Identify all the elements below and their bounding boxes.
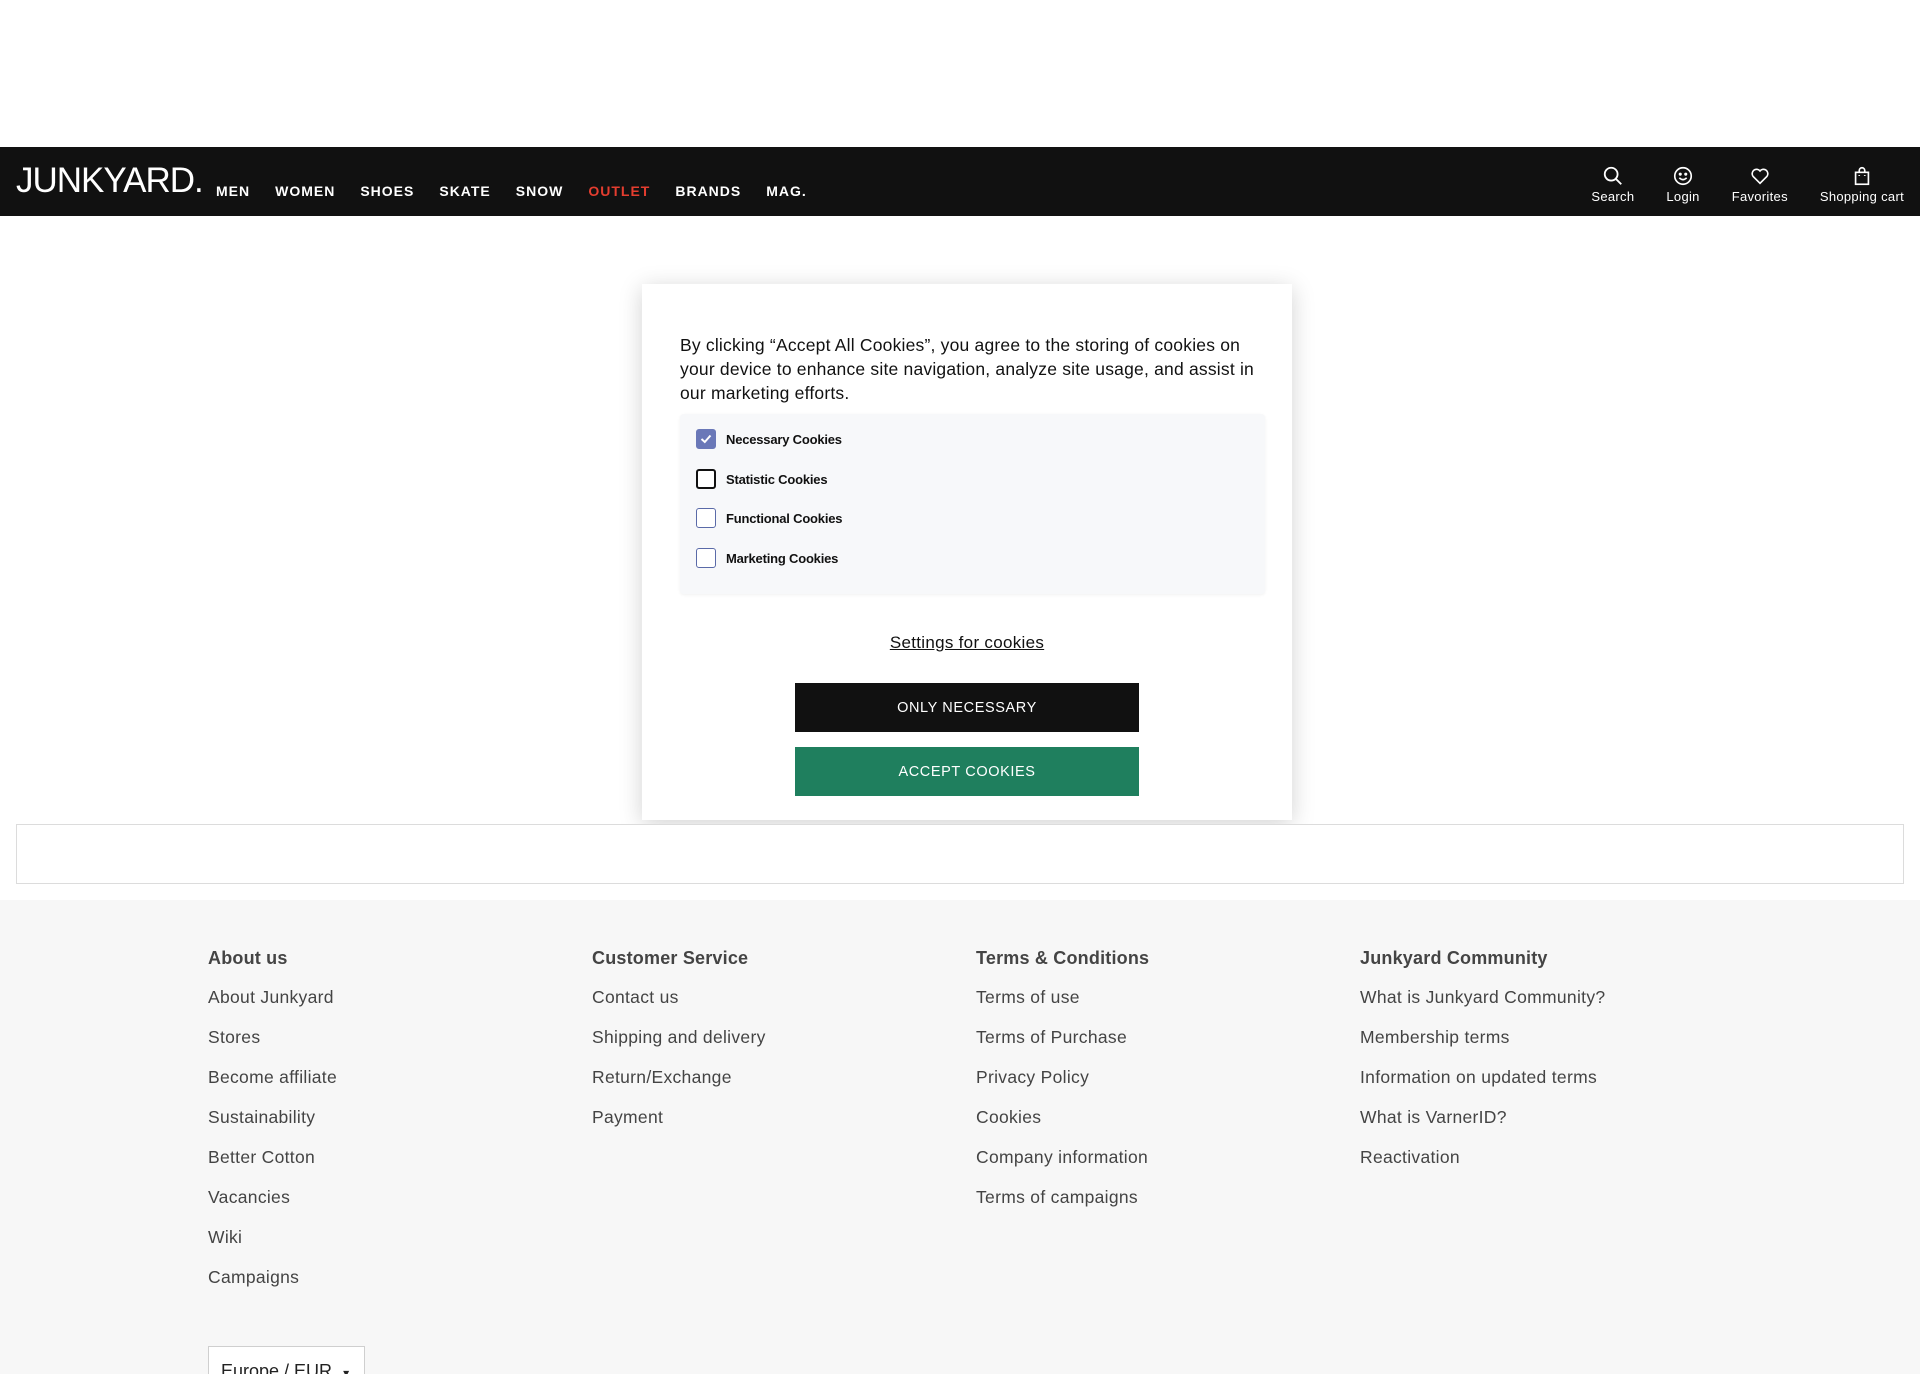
only-necessary-button[interactable]: ONLY NECESSARY xyxy=(795,683,1139,732)
footer-link[interactable]: Return/Exchange xyxy=(592,1057,766,1097)
region-value: Europe / EUR xyxy=(221,1361,333,1374)
footer-link[interactable]: Membership terms xyxy=(1360,1017,1605,1057)
statistic-cookies-label: Statistic Cookies xyxy=(726,471,828,487)
nav-skate[interactable]: SKATE xyxy=(439,183,490,199)
footer-heading: About us xyxy=(208,948,288,968)
shopping-cart-label: Shopping cart xyxy=(1819,189,1904,204)
junkyard-logo[interactable]: JUNKYARD. xyxy=(16,161,204,201)
main-nav: MEN WOMEN SHOES SKATE SNOW OUTLET BRANDS… xyxy=(216,183,832,199)
footer-link[interactable]: Campaigns xyxy=(208,1257,337,1297)
nav-outlet[interactable]: OUTLET xyxy=(588,183,650,199)
necessary-cookies-option[interactable]: Necessary Cookies xyxy=(696,429,842,449)
empty-content-box xyxy=(16,824,1904,884)
necessary-cookies-label: Necessary Cookies xyxy=(726,431,842,447)
footer-link[interactable]: Payment xyxy=(592,1097,766,1137)
smiley-icon xyxy=(1673,166,1693,186)
footer-link[interactable]: Vacancies xyxy=(208,1177,337,1217)
footer-link[interactable]: Terms of use xyxy=(976,977,1149,1017)
marketing-cookies-label: Marketing Cookies xyxy=(726,550,839,566)
functional-cookies-label: Functional Cookies xyxy=(726,510,843,526)
footer-link[interactable]: Company information xyxy=(976,1137,1149,1177)
nav-mag[interactable]: MAG. xyxy=(766,183,807,199)
nav-snow[interactable]: SNOW xyxy=(516,183,564,199)
footer-column-about: About us About Junkyard Stores Become af… xyxy=(208,948,337,1297)
footer-link[interactable]: Stores xyxy=(208,1017,337,1057)
login-label: Login xyxy=(1666,189,1700,204)
footer-heading: Customer Service xyxy=(592,948,749,968)
nav-shoes[interactable]: SHOES xyxy=(360,183,414,199)
search-button[interactable]: Search xyxy=(1591,165,1634,204)
header-tools: Search Login Favorites Shopping cart xyxy=(1559,165,1904,204)
footer-heading: Terms & Conditions xyxy=(976,948,1150,968)
accept-cookies-button[interactable]: ACCEPT COOKIES xyxy=(795,747,1139,796)
footer-column-customer-service: Customer Service Contact us Shipping and… xyxy=(592,948,766,1137)
footer-link[interactable]: Sustainability xyxy=(208,1097,337,1137)
login-button[interactable]: Login xyxy=(1666,165,1699,204)
marketing-cookies-option[interactable]: Marketing Cookies xyxy=(696,548,838,568)
search-icon xyxy=(1603,166,1622,185)
region-currency-select[interactable]: Europe / EUR ▾ xyxy=(208,1346,365,1374)
nav-brands[interactable]: BRANDS xyxy=(675,183,741,199)
checkbox-statistic[interactable] xyxy=(696,469,716,489)
functional-cookies-option[interactable]: Functional Cookies xyxy=(696,508,843,528)
footer-link[interactable]: Information on updated terms xyxy=(1360,1057,1605,1097)
settings-for-cookies-link[interactable]: Settings for cookies xyxy=(642,633,1292,653)
favorites-label: Favorites xyxy=(1731,189,1788,204)
footer-link[interactable]: Cookies xyxy=(976,1097,1149,1137)
footer-link[interactable]: What is VarnerID? xyxy=(1360,1097,1605,1137)
footer-link[interactable]: Reactivation xyxy=(1360,1137,1605,1177)
footer-link[interactable]: Better Cotton xyxy=(208,1137,337,1177)
footer-link[interactable]: About Junkyard xyxy=(208,977,337,1017)
search-label: Search xyxy=(1591,189,1635,204)
footer-link[interactable]: Privacy Policy xyxy=(976,1057,1149,1097)
heart-icon xyxy=(1751,168,1769,185)
footer-link[interactable]: Become affiliate xyxy=(208,1057,337,1097)
footer: About us About Junkyard Stores Become af… xyxy=(0,900,1920,1374)
checkmark-icon xyxy=(700,434,712,444)
footer-column-terms: Terms & Conditions Terms of use Terms of… xyxy=(976,948,1149,1217)
footer-link[interactable]: Shipping and delivery xyxy=(592,1017,766,1057)
cookie-options: Necessary Cookies Statistic Cookies Func… xyxy=(680,414,1265,594)
favorites-button[interactable]: Favorites xyxy=(1732,165,1788,204)
footer-link[interactable]: Wiki xyxy=(208,1217,337,1257)
nav-men[interactable]: MEN xyxy=(216,183,250,199)
shopping-cart-button[interactable]: Shopping cart xyxy=(1820,165,1904,204)
cookie-consent-text: By clicking “Accept All Cookies”, you ag… xyxy=(680,335,1254,403)
footer-link[interactable]: Contact us xyxy=(592,977,766,1017)
cookie-consent-dialog: By clicking “Accept All Cookies”, you ag… xyxy=(642,284,1292,820)
checkbox-marketing[interactable] xyxy=(696,548,716,568)
statistic-cookies-option[interactable]: Statistic Cookies xyxy=(696,469,828,489)
footer-link[interactable]: Terms of campaigns xyxy=(976,1177,1149,1217)
footer-link[interactable]: What is Junkyard Community? xyxy=(1360,977,1605,1017)
checkbox-necessary[interactable] xyxy=(696,429,716,449)
checkbox-functional[interactable] xyxy=(696,508,716,528)
chevron-down-icon: ▾ xyxy=(343,1366,350,1374)
footer-column-community: Junkyard Community What is Junkyard Comm… xyxy=(1360,948,1605,1177)
footer-link[interactable]: Terms of Purchase xyxy=(976,1017,1149,1057)
nav-women[interactable]: WOMEN xyxy=(275,183,335,199)
footer-heading: Junkyard Community xyxy=(1360,948,1548,968)
bag-icon xyxy=(1854,166,1870,186)
top-navigation-bar: JUNKYARD. MEN WOMEN SHOES SKATE SNOW OUT… xyxy=(0,147,1920,216)
